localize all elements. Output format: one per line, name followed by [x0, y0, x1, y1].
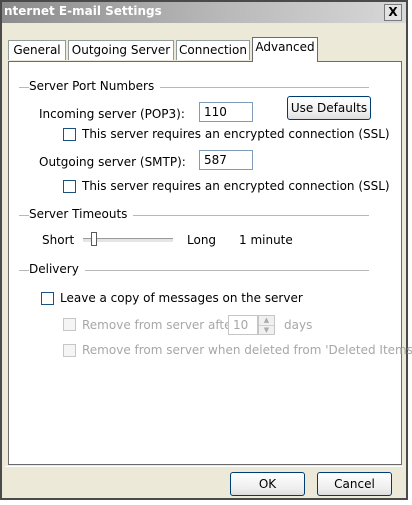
spin-up-icon: ▲ — [259, 316, 274, 326]
title-bar: nternet E-mail Settings X — [2, 2, 406, 23]
delivery-heading: Delivery — [29, 262, 85, 276]
incoming-server-label: Incoming server (POP3): — [39, 107, 185, 121]
remove-deleted-checkbox[interactable] — [63, 344, 76, 357]
days-label: days — [284, 318, 313, 332]
outgoing-port-input[interactable]: 587 — [199, 150, 253, 170]
leave-copy-checkbox[interactable] — [41, 292, 54, 305]
close-button[interactable]: X — [384, 4, 402, 21]
window-title: nternet E-mail Settings — [4, 4, 162, 18]
remove-deleted-label: Remove from server when deleted from 'De… — [82, 343, 412, 357]
ok-button[interactable]: OK — [230, 472, 305, 496]
incoming-ssl-label: This server requires an encrypted connec… — [82, 127, 390, 141]
use-defaults-button[interactable]: Use Defaults — [287, 96, 371, 120]
settings-window: nternet E-mail Settings X General Outgoi… — [0, 0, 412, 500]
remove-after-checkbox[interactable] — [63, 318, 76, 331]
advanced-tab-panel: Server Port Numbers Incoming server (POP… — [8, 61, 412, 465]
remove-after-label: Remove from server after — [82, 318, 237, 332]
days-input[interactable]: 10 — [228, 315, 258, 335]
timeout-slider-thumb[interactable] — [91, 232, 98, 246]
incoming-ssl-checkbox[interactable] — [63, 128, 76, 141]
outgoing-ssl-label: This server requires an encrypted connec… — [82, 179, 390, 193]
cancel-button[interactable]: Cancel — [317, 472, 392, 496]
footer-separator — [5, 466, 403, 467]
tab-advanced[interactable]: Advanced — [252, 37, 318, 62]
incoming-port-input[interactable]: 110 — [199, 102, 253, 122]
spin-down-icon: ▼ — [263, 326, 270, 334]
tab-general[interactable]: General — [8, 40, 66, 60]
outgoing-ssl-checkbox[interactable] — [63, 180, 76, 193]
timeout-value: 1 minute — [239, 233, 293, 247]
days-spinner[interactable]: ▲ ▼ — [258, 315, 275, 335]
server-port-numbers-heading: Server Port Numbers — [29, 79, 161, 93]
slider-short-label: Short — [42, 233, 75, 247]
tab-connection[interactable]: Connection — [176, 40, 250, 60]
outgoing-server-label: Outgoing server (SMTP): — [39, 155, 186, 169]
slider-long-label: Long — [187, 233, 217, 247]
tab-outgoing-server[interactable]: Outgoing Server — [68, 40, 174, 60]
server-timeouts-heading: Server Timeouts — [29, 207, 134, 221]
leave-copy-label: Leave a copy of messages on the server — [60, 291, 303, 305]
